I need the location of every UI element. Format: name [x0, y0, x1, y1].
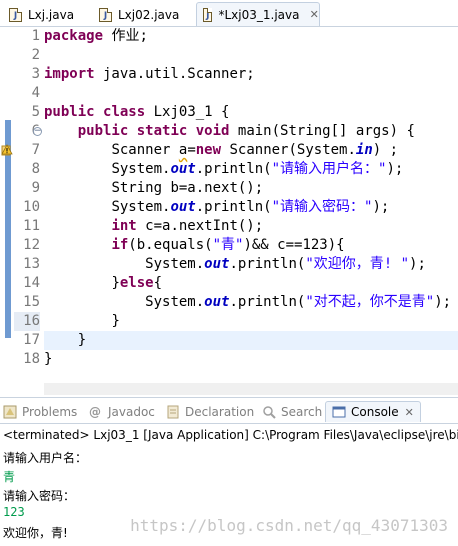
tab-lxj02[interactable]: J Lxj02.java: [92, 2, 192, 26]
line-number: 9: [31, 180, 40, 196]
line-number: 15: [23, 294, 40, 310]
line-number: 14: [23, 275, 40, 291]
tab-lxj[interactable]: J Lxj.java: [2, 2, 88, 26]
overview-ruler: [0, 27, 14, 395]
line-number: 7: [31, 142, 40, 158]
code-line: if(b.equals("青")&& c==123){: [111, 237, 345, 253]
console-input-line: 青: [3, 470, 16, 484]
tab-label: Lxj02.java: [118, 7, 180, 22]
line-number: 5: [31, 104, 40, 120]
code-line: }: [111, 313, 120, 329]
editor-tab-bar: J Lxj.java J Lxj02.java J *Lxj03_1.java …: [0, 0, 458, 27]
line-number-gutter: 1 2 3 4 5 6 7 8 9 10 11 12 13 14 15 16 1…: [14, 27, 40, 395]
code-line: }else{: [111, 275, 163, 291]
code-line: public class Lxj03_1 {: [44, 104, 230, 120]
code-line: System.out.println("对不起，你不是青");: [145, 294, 452, 310]
search-icon: [263, 405, 276, 419]
tab-javadoc[interactable]: @ Javadoc: [89, 401, 155, 422]
console-line: 请输入密码：: [3, 489, 76, 503]
console-status: <terminated> Lxj03_1 [Java Application] …: [3, 428, 458, 442]
code-editor[interactable]: 1 2 3 4 5 6 7 8 9 10 11 12 13 14 15 16 1…: [0, 27, 458, 395]
line-number: 17: [23, 332, 40, 348]
line-number: 11: [23, 218, 40, 234]
tab-lxj03-1[interactable]: J *Lxj03_1.java ✕: [196, 2, 320, 26]
code-line: Scanner a=new Scanner(System.in) ;: [111, 142, 399, 158]
close-icon[interactable]: ✕: [309, 8, 319, 22]
tab-label: Lxj.java: [28, 7, 75, 22]
line-number: 16: [14, 312, 40, 331]
code-line: System.out.println("请输入密码：");: [111, 199, 390, 215]
tab-declaration[interactable]: Declaration: [166, 401, 254, 422]
fold-toggle-icon[interactable]: −: [33, 127, 42, 136]
line-number: 13: [23, 256, 40, 272]
line-number: 12: [23, 237, 40, 253]
console-line: 请输入用户名：: [3, 451, 88, 465]
line-number: 10: [23, 199, 40, 215]
view-tab-bar: Problems @ Javadoc Declaration Search Co…: [0, 397, 458, 424]
java-file-icon: J: [99, 7, 112, 22]
code-line: public static void main(String[] args) {: [77, 123, 415, 139]
java-file-icon: J: [9, 7, 22, 22]
line-number: 18: [23, 351, 40, 367]
current-code-line: }: [44, 331, 458, 350]
tab-search[interactable]: Search: [262, 401, 322, 422]
problems-icon: [3, 405, 17, 418]
code-line: String b=a.next();: [111, 180, 264, 196]
line-number: 4: [31, 85, 40, 101]
at-icon: @: [89, 404, 101, 419]
tab-console[interactable]: Console ✕: [325, 401, 421, 422]
code-line: }: [44, 351, 53, 367]
code-line: import java.util.Scanner;: [44, 66, 255, 82]
line-number: 1: [31, 28, 40, 44]
tab-problems[interactable]: Problems: [3, 401, 77, 422]
java-file-icon: J: [203, 7, 213, 22]
code-line: System.out.println("请输入用户名：");: [111, 161, 404, 177]
declaration-icon: [167, 405, 179, 418]
code-line: int c=a.nextInt();: [111, 218, 264, 234]
close-icon[interactable]: ✕: [405, 406, 414, 419]
console-icon: [332, 406, 346, 418]
watermark: https://blog.csdn.net/qq_43071303: [130, 516, 448, 535]
line-number: 2: [31, 47, 40, 63]
console-input-line: 123: [3, 505, 25, 519]
warning-icon: [1, 144, 13, 156]
code-text[interactable]: package 作业; import java.util.Scanner; pu…: [44, 27, 458, 395]
console-output[interactable]: <terminated> Lxj03_1 [Java Application] …: [0, 424, 458, 546]
tab-label: *Lxj03_1.java: [218, 7, 300, 22]
code-line: package 作业;: [44, 28, 148, 44]
line-number: 8: [31, 161, 40, 177]
code-line: System.out.println("欢迎你，青! ");: [145, 256, 426, 272]
horizontal-scrollbar[interactable]: [44, 383, 458, 395]
line-number: 3: [31, 66, 40, 82]
console-line: 欢迎你，青!: [3, 526, 68, 540]
